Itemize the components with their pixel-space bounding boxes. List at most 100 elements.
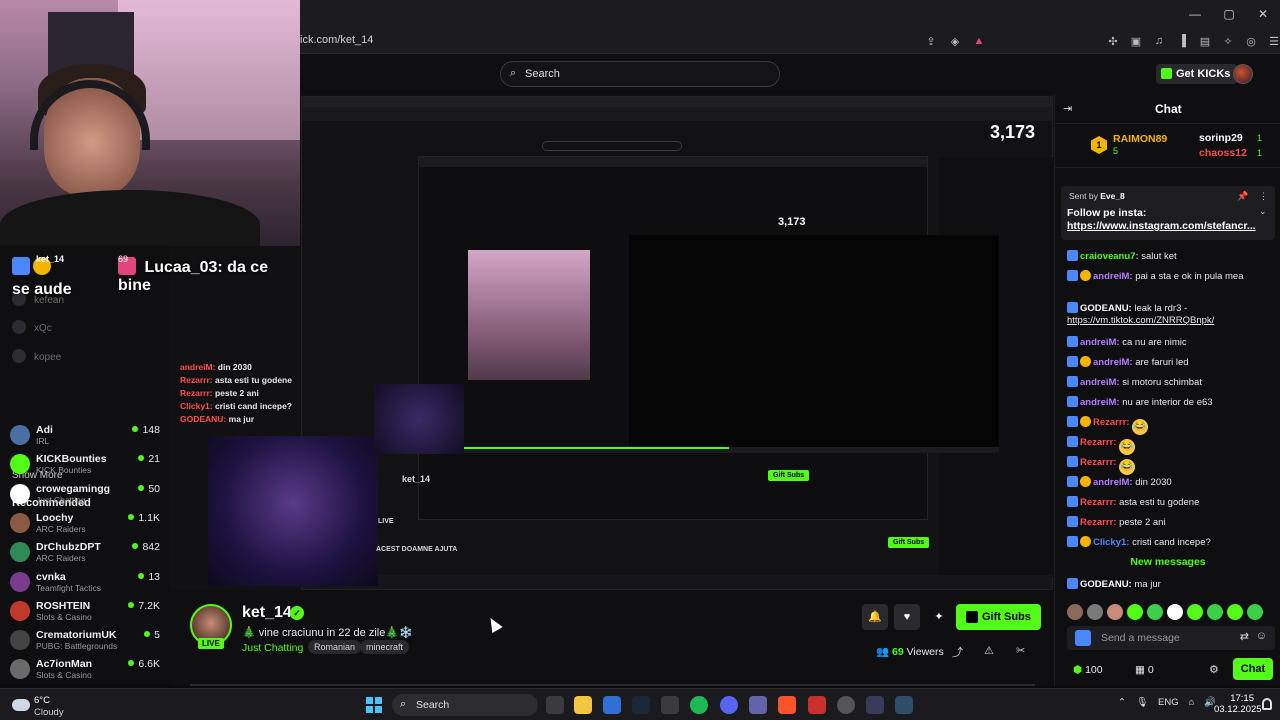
streamer-name[interactable]: ket_14: [242, 604, 292, 622]
stream-category[interactable]: Just Chatting: [242, 642, 303, 654]
pin-icon[interactable]: 📌: [1237, 191, 1248, 202]
share-icon[interactable]: ⇪: [922, 32, 940, 50]
emote-icon[interactable]: [1247, 604, 1263, 620]
chat-username[interactable]: Clicky1:: [1093, 537, 1129, 548]
emote-icon[interactable]: [1147, 604, 1163, 620]
recommended-channel[interactable]: crowegamingg Just Chatting 50: [10, 481, 162, 509]
chat-username[interactable]: Rezarrr:: [1080, 497, 1116, 508]
leaderboard-user[interactable]: chaoss12: [1199, 147, 1247, 159]
leaderboard-user[interactable]: sorinp29: [1199, 132, 1243, 144]
wallet-icon[interactable]: ▤: [1196, 32, 1214, 50]
app-icon[interactable]: [661, 696, 679, 714]
obs-icon[interactable]: [837, 696, 855, 714]
sparkle-icon[interactable]: ✧: [1219, 32, 1237, 50]
chat-username[interactable]: craioveanu7:: [1080, 251, 1139, 262]
chat-username[interactable]: andreiM:: [1080, 337, 1120, 348]
store-icon[interactable]: [603, 696, 621, 714]
emote-icon[interactable]: [1187, 604, 1203, 620]
recommended-channel[interactable]: Ac7ionMan Slots & Casino 6.6K: [10, 656, 162, 684]
kicks-balance[interactable]: ⬢ 100: [1073, 664, 1103, 676]
store-balance[interactable]: ▦ 0: [1135, 664, 1154, 676]
chat-input[interactable]: Send a message ⇄ ☺: [1067, 626, 1275, 650]
start-button[interactable]: [366, 697, 382, 713]
warning-icon[interactable]: ▲: [970, 32, 988, 50]
clock[interactable]: 17:15 03.12.2025: [1214, 693, 1262, 715]
leaderboard-user[interactable]: RAIMON89: [1113, 133, 1167, 145]
emote-icon[interactable]: [1087, 604, 1103, 620]
chat-username[interactable]: andreiM:: [1093, 477, 1133, 488]
chevron-down-icon[interactable]: ⌄: [1259, 206, 1267, 217]
emote-icon[interactable]: [1127, 604, 1143, 620]
new-messages-label[interactable]: New messages: [1055, 556, 1280, 568]
followed-channel[interactable]: kopee: [12, 349, 61, 363]
chat-username[interactable]: andreiM:: [1080, 377, 1120, 388]
collapse-chat-icon[interactable]: ⇥: [1063, 102, 1072, 115]
recommended-channel[interactable]: cvnka Teamfight Tactics 13: [10, 569, 162, 597]
clip-icon[interactable]: ✂: [1016, 644, 1025, 657]
chat-username[interactable]: GODEANU:: [1080, 579, 1132, 590]
notification-icon[interactable]: [1262, 698, 1272, 710]
chat-username[interactable]: andreiM:: [1093, 271, 1133, 282]
chevron-up-icon[interactable]: ⌃: [1118, 697, 1126, 708]
horizontal-scrollbar[interactable]: [190, 684, 1035, 686]
recommended-channel[interactable]: Loochy ARC Raiders 1.1K: [10, 510, 162, 538]
gear-icon[interactable]: ⚙: [1209, 663, 1219, 676]
chat-username[interactable]: Rezarrr:: [1080, 517, 1116, 528]
maximize-button[interactable]: ▢: [1212, 0, 1246, 28]
shield-icon[interactable]: ◈: [946, 32, 964, 50]
taskbar-search[interactable]: ⌕ Search: [392, 694, 538, 716]
chat-send-button[interactable]: Chat: [1233, 658, 1273, 680]
spotify-icon[interactable]: [690, 696, 708, 714]
emote-icon[interactable]: [1207, 604, 1223, 620]
file-explorer-icon[interactable]: [574, 696, 592, 714]
user-avatar[interactable]: [1233, 64, 1253, 84]
more-options-icon[interactable]: ⋮: [1259, 191, 1268, 202]
emote-icon[interactable]: [1107, 604, 1123, 620]
task-view-icon[interactable]: [546, 696, 564, 714]
language-indicator[interactable]: ENG: [1158, 697, 1179, 708]
recommended-channel[interactable]: Adi IRL 148: [10, 422, 162, 450]
recommended-channel[interactable]: CrematoriumUK PUBG: Battlegrounds 5: [10, 627, 162, 655]
vpn-icon[interactable]: ◎: [1242, 32, 1260, 50]
notification-bell-button[interactable]: 🔔: [862, 604, 888, 630]
close-button[interactable]: ✕: [1246, 0, 1280, 28]
app-icon[interactable]: [895, 696, 913, 714]
search-input[interactable]: ⌕ Search: [500, 61, 780, 87]
recommended-channel[interactable]: DrChubzDPT ARC Raiders 842: [10, 539, 162, 567]
browser-icon[interactable]: [808, 696, 826, 714]
steam-icon[interactable]: [632, 696, 650, 714]
video-player[interactable]: 3,173 3,173 ket_14 Gift Subs Gift Subs L…: [170, 94, 1054, 590]
tag-minecraft[interactable]: minecraft: [360, 640, 410, 654]
puzzle-icon[interactable]: ✣: [1104, 32, 1122, 50]
recommended-channel[interactable]: ROSHTEIN Slots & Casino 7.2K: [10, 598, 162, 626]
teams-icon[interactable]: [749, 696, 767, 714]
gift-subs-button[interactable]: Gift Subs: [956, 604, 1041, 630]
chat-username[interactable]: Rezarrr:: [1080, 437, 1116, 448]
emote-icon[interactable]: [1167, 604, 1183, 620]
get-kicks-button[interactable]: Get KICKs: [1156, 64, 1238, 84]
chat-link[interactable]: https://vm.tiktok.com/ZNRRQBnpk/: [1067, 315, 1214, 326]
chat-username[interactable]: GODEANU:: [1080, 303, 1132, 314]
chat-username[interactable]: Rezarrr:: [1080, 457, 1116, 468]
translate-icon[interactable]: ⇄: [1240, 630, 1249, 643]
emote-icon[interactable]: [1067, 604, 1083, 620]
sparkle-button[interactable]: ✦: [926, 604, 952, 630]
menu-icon[interactable]: ☰: [1265, 32, 1280, 50]
brave-icon[interactable]: [778, 696, 796, 714]
followed-channel[interactable]: xQc: [12, 320, 52, 334]
tag-romanian[interactable]: Romanian: [308, 640, 362, 654]
follow-heart-button[interactable]: ♥: [894, 604, 920, 630]
pinned-link[interactable]: https://www.instagram.com/stefancr...: [1067, 220, 1256, 232]
mic-icon[interactable]: 🎙: [1136, 697, 1148, 708]
report-icon[interactable]: ⚠: [984, 644, 994, 657]
minimize-button[interactable]: —: [1178, 0, 1212, 28]
discord-icon[interactable]: [720, 696, 738, 714]
sidebar-icon[interactable]: ▐: [1173, 32, 1191, 50]
chat-username[interactable]: andreiM:: [1093, 357, 1133, 368]
chat-username[interactable]: Rezarrr:: [1093, 417, 1129, 428]
emote-icon[interactable]: [1227, 604, 1243, 620]
music-icon[interactable]: ♫: [1150, 32, 1168, 50]
network-icon[interactable]: ⌂: [1189, 697, 1195, 708]
emoji-icon[interactable]: ☺: [1256, 630, 1267, 642]
window-icon[interactable]: ▣: [1127, 32, 1145, 50]
